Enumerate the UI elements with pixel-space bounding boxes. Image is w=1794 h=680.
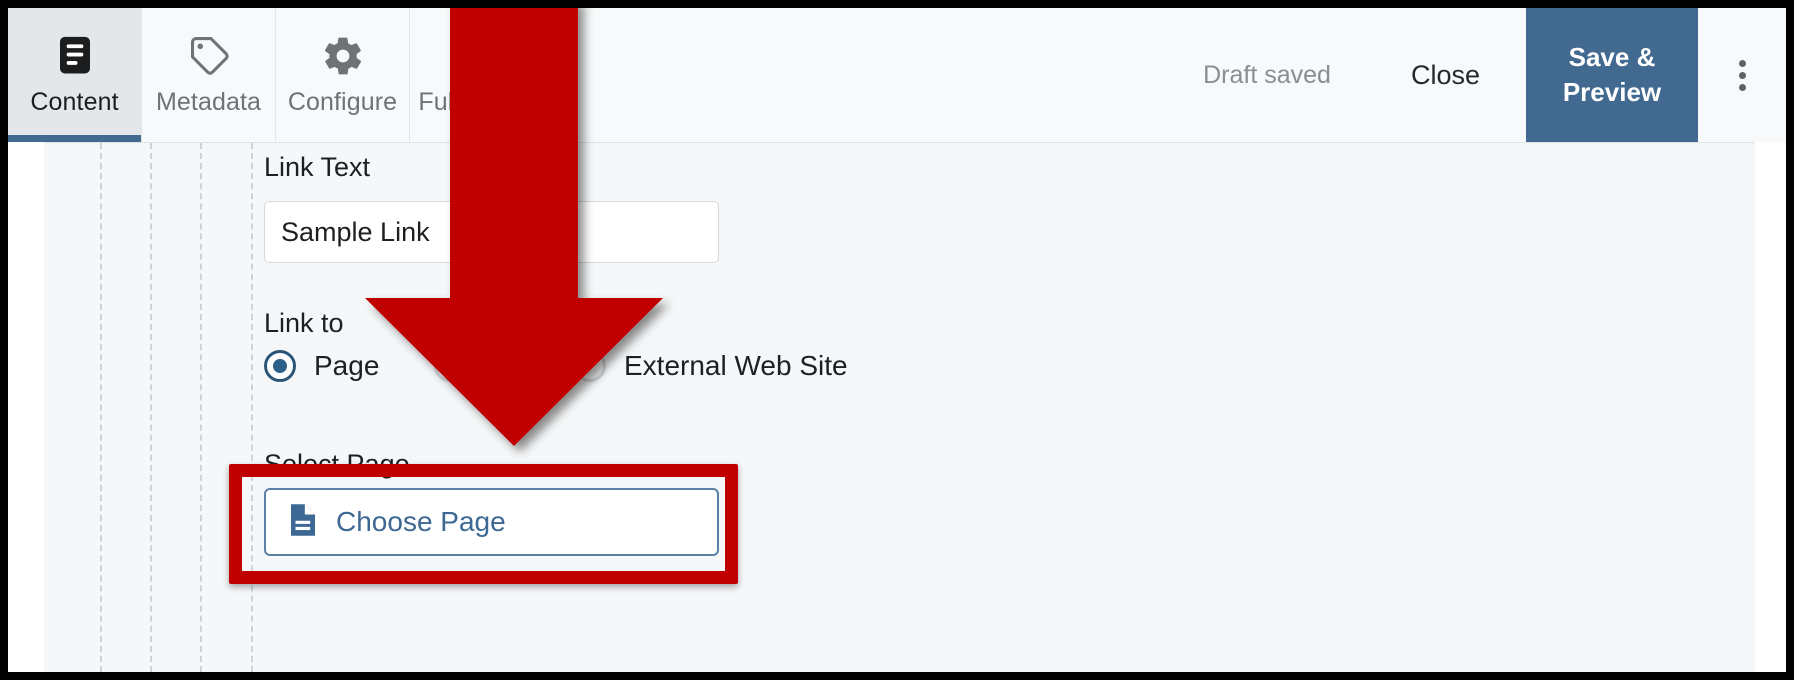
tab-metadata[interactable]: Metadata xyxy=(142,8,276,142)
tab-content[interactable]: Content xyxy=(8,8,142,142)
tab-configure-label: Configure xyxy=(287,87,398,116)
save-and-preview-button[interactable]: Save & Preview xyxy=(1526,8,1698,142)
kebab-dot xyxy=(1738,59,1746,67)
editor-toolbar: Content Metadata Configure Fullscreen Dr… xyxy=(8,8,1786,142)
radio-external-indicator[interactable] xyxy=(574,350,606,382)
radio-option-middle[interactable] xyxy=(434,350,484,382)
layout-guide xyxy=(150,143,152,672)
tab-configure[interactable]: Configure xyxy=(276,8,410,142)
page-canvas: Link Text Link to Page External Web Site xyxy=(44,142,1755,672)
kebab-dot xyxy=(1738,83,1746,91)
screenshot-frame: Content Metadata Configure Fullscreen Dr… xyxy=(0,0,1794,680)
kebab-menu-icon[interactable] xyxy=(1698,8,1786,142)
radio-page-label: Page xyxy=(314,350,380,381)
tab-fullscreen[interactable]: Fullscreen xyxy=(410,8,544,142)
tab-fullscreen-label: Fullscreen xyxy=(418,87,535,116)
choose-page-label: Choose Page xyxy=(336,506,506,537)
application-window: Content Metadata Configure Fullscreen Dr… xyxy=(8,8,1786,672)
layout-guide xyxy=(100,143,102,672)
select-page-label: Select Page xyxy=(264,449,410,479)
tab-content-label: Content xyxy=(30,87,119,116)
tag-icon xyxy=(188,34,230,78)
link-text-input[interactable] xyxy=(264,201,719,263)
content-document-icon xyxy=(55,34,95,78)
close-button[interactable]: Close xyxy=(1365,8,1526,142)
radio-option-external-web-site[interactable]: External Web Site xyxy=(574,350,848,382)
tab-metadata-label: Metadata xyxy=(155,87,262,116)
link-to-label: Link to xyxy=(264,308,344,338)
radio-external-label: External Web Site xyxy=(624,350,848,381)
radio-option-page[interactable]: Page xyxy=(264,350,379,382)
radio-page-indicator[interactable] xyxy=(264,350,296,382)
kebab-dot xyxy=(1738,71,1746,79)
draft-saved-status: Draft saved xyxy=(1203,60,1331,89)
layout-guide xyxy=(251,143,253,672)
file-document-icon xyxy=(288,502,318,543)
link-text-label: Link Text xyxy=(264,152,371,182)
radio-middle-indicator[interactable] xyxy=(434,350,466,382)
fullscreen-expand-icon xyxy=(456,34,498,78)
layout-guide xyxy=(200,143,202,672)
choose-page-button[interactable]: Choose Page xyxy=(264,488,719,556)
editor-body: Link Text Link to Page External Web Site xyxy=(8,142,1786,672)
gear-icon xyxy=(321,34,365,78)
